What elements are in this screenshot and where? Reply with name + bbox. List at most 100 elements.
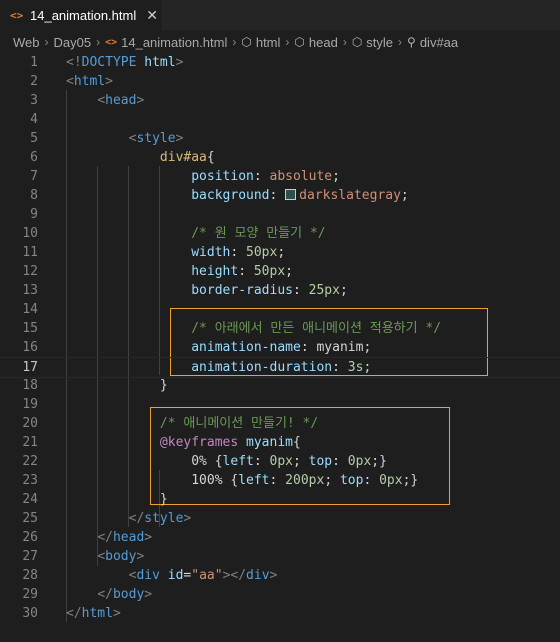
code-token: > [136, 549, 145, 564]
code-line[interactable]: 18 } [0, 376, 560, 395]
element-cube-icon: ⬡ [351, 35, 363, 49]
code-token: /* 원 모양 만들기 */ [191, 226, 326, 241]
line-code: width: 50px; [66, 243, 285, 262]
code-token: < [66, 74, 74, 89]
code-line[interactable]: 6 div#aa{ [0, 148, 560, 167]
code-token: id [159, 568, 184, 583]
code-token: <! [66, 55, 82, 70]
code-line[interactable]: 21 @keyframes myanim{ [0, 433, 560, 452]
code-line[interactable]: 7 position: absolute; [0, 167, 560, 186]
code-line[interactable]: 14 [0, 300, 560, 319]
breadcrumb-item-selector[interactable]: div#aa [420, 35, 458, 50]
line-code: animation-duration: 3s; [66, 358, 371, 377]
tab-bar: <> 14_animation.html ✕ [0, 0, 560, 30]
code-line[interactable]: 27 <body> [0, 547, 560, 566]
code-line[interactable]: 10 /* 원 모양 만들기 */ [0, 224, 560, 243]
chevron-right-icon: › [342, 35, 347, 49]
code-line[interactable]: 25 </style> [0, 509, 560, 528]
code-line[interactable]: 24 } [0, 490, 560, 509]
code-line[interactable]: 12 height: 50px; [0, 262, 560, 281]
code-editor[interactable]: 1 <!DOCTYPE html> 2 <html> 3 <head> 4 5 <style… [0, 52, 560, 642]
line-code: </style> [66, 509, 192, 528]
line-number: 13 [22, 283, 38, 298]
code-line[interactable]: 4 [0, 110, 560, 129]
code-token: </ [66, 606, 82, 621]
line-code: border-radius: 25px; [66, 281, 348, 300]
code-line[interactable]: 13 border-radius: 25px; [0, 281, 560, 300]
breadcrumb-item-html[interactable]: html [256, 35, 281, 50]
code-token: > [144, 587, 153, 602]
tab-filename: 14_animation.html [30, 7, 137, 23]
code-line[interactable]: 30 </html> [0, 604, 560, 623]
html-file-icon: <> [10, 8, 24, 22]
code-token: : [292, 283, 309, 298]
code-token: > [144, 530, 153, 545]
code-line[interactable]: 5 <style> [0, 129, 560, 148]
line-number: 30 [22, 606, 38, 621]
code-token: top [339, 473, 364, 488]
breadcrumb-item-head[interactable]: head [309, 35, 338, 50]
code-line[interactable]: 29 </body> [0, 585, 560, 604]
code-token: absolute [269, 169, 333, 184]
code-token: style [136, 131, 176, 146]
code-token: : [332, 360, 348, 375]
code-line[interactable]: 20 /* 애니메이션 만들기! */ [0, 414, 560, 433]
code-line[interactable]: 23 100% {left: 200px; top: 0px;} [0, 471, 560, 490]
code-line[interactable]: 17 animation-duration: 3s; [0, 357, 560, 378]
line-number: 15 [22, 321, 38, 336]
line-number: 7 [30, 169, 38, 184]
file-tab[interactable]: <> 14_animation.html ✕ [0, 0, 162, 30]
color-swatch[interactable] [285, 189, 297, 200]
code-token: myanim [316, 340, 364, 355]
code-token: body [105, 549, 137, 564]
line-code: /* 애니메이션 만들기! */ [66, 414, 318, 433]
line-number: 16 [22, 340, 38, 355]
code-line[interactable]: 16 animation-name: myanim; [0, 338, 560, 357]
breadcrumb-item-day05[interactable]: Day05 [54, 35, 92, 50]
code-line[interactable]: 19 [0, 395, 560, 414]
line-code: <body> [66, 547, 144, 566]
close-icon[interactable]: ✕ [146, 7, 158, 24]
code-token: > [136, 93, 145, 108]
code-token: > [112, 606, 121, 621]
code-token: ; [363, 360, 372, 375]
line-code: div#aa{ [66, 148, 215, 167]
line-number: 26 [22, 530, 38, 545]
code-line[interactable]: 3 <head> [0, 91, 560, 110]
line-number: 25 [22, 511, 38, 526]
code-token: : [363, 473, 380, 488]
code-line[interactable]: 28 <div id="aa"></div> [0, 566, 560, 585]
line-number: 28 [22, 568, 38, 583]
line-number: 5 [30, 131, 38, 146]
line-number: 21 [22, 435, 38, 450]
code-token: ></ [222, 568, 247, 583]
chevron-right-icon: › [232, 35, 237, 49]
code-line[interactable]: 11 width: 50px; [0, 243, 560, 262]
code-line[interactable]: 26 </head> [0, 528, 560, 547]
code-token: html [81, 606, 113, 621]
code-token: 50px [253, 264, 286, 279]
breadcrumb-item-web[interactable]: Web [13, 35, 40, 50]
code-token: : [253, 454, 270, 469]
code-line[interactable]: 2 <html> [0, 72, 560, 91]
breadcrumb-item-file[interactable]: 14_animation.html [121, 35, 227, 50]
line-code: 0% {left: 0px; top: 0px;} [66, 452, 387, 471]
code-token: ; [339, 283, 348, 298]
code-token: 200px [285, 473, 325, 488]
code-line[interactable]: 22 0% {left: 0px; top: 0px;} [0, 452, 560, 471]
code-line[interactable]: 1 <!DOCTYPE html> [0, 53, 560, 72]
code-line[interactable]: 15 /* 아래에서 만든 애니메이션 적용하기 */ [0, 319, 560, 338]
code-token: myanim [246, 435, 293, 450]
code-line[interactable]: 9 [0, 205, 560, 224]
code-token: : [238, 264, 254, 279]
code-line[interactable]: 8 background: darkslategray; [0, 186, 560, 205]
breadcrumb-item-style[interactable]: style [366, 35, 393, 50]
